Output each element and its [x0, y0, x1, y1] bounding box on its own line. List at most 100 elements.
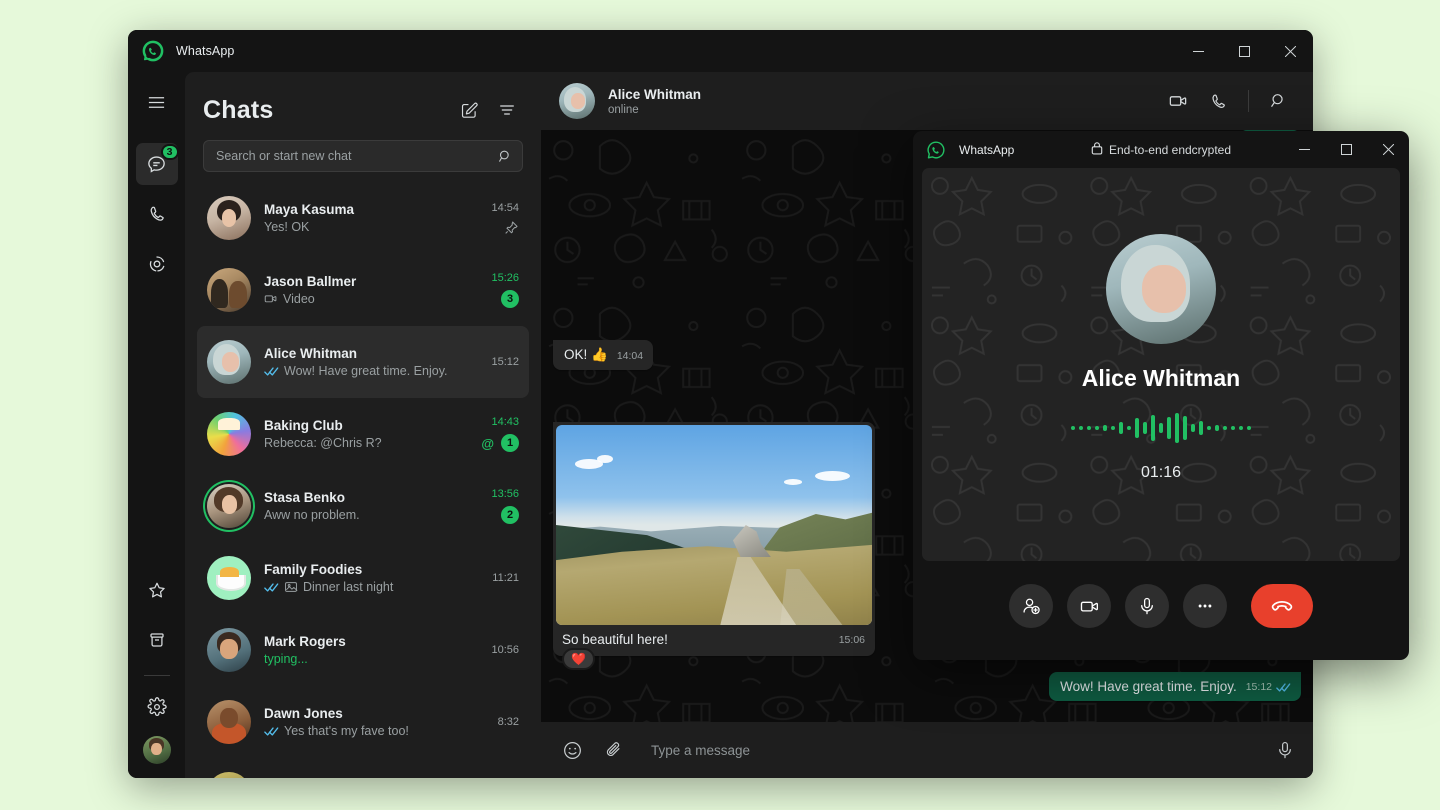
chat-list-item[interactable]: Ziggy Woodley8:12 [197, 758, 529, 778]
chat-list-item[interactable]: Maya KasumaYes! OK 14:54 [197, 182, 529, 254]
voice-call-window: WhatsApp End-to-end endcrypted [913, 131, 1409, 660]
waveform-bar [1215, 425, 1219, 431]
chat-list-item[interactable]: Baking ClubRebecca: @Chris R?14:43@1 [197, 398, 529, 470]
toggle-mute-button[interactable] [1125, 584, 1169, 628]
message-composer: Type a message [541, 722, 1313, 778]
waveform-bar [1119, 422, 1123, 434]
contact-info[interactable]: Alice Whitman online [608, 87, 701, 116]
chat-status-row: @1 [481, 434, 519, 452]
toggle-video-button[interactable] [1067, 584, 1111, 628]
sidebar-item-chats[interactable]: 3 [136, 143, 178, 185]
sidebar-item-status[interactable] [136, 243, 178, 285]
end-call-button[interactable] [1251, 584, 1313, 628]
search-in-chat-button[interactable] [1261, 83, 1297, 119]
chat-list-item[interactable]: Dawn JonesYes that's my fave too!8:32 [197, 686, 529, 758]
more-options-button[interactable] [1183, 584, 1227, 628]
profile-avatar[interactable] [143, 736, 171, 764]
chat-preview-row: typing... [264, 652, 483, 666]
message-reaction[interactable]: ❤️ [562, 648, 595, 670]
video-icon [264, 292, 278, 306]
chat-avatar [207, 628, 251, 672]
chat-summary: Mark Rogerstyping... [264, 634, 483, 666]
chat-preview-row: Rebecca: @Chris R? [264, 436, 473, 450]
search-area: Search or start new chat [185, 134, 541, 182]
call-duration: 01:16 [1141, 464, 1181, 482]
call-controls-bar [913, 561, 1409, 651]
chat-meta: 8:32 [498, 716, 519, 728]
chat-status-row: 2 [501, 506, 519, 524]
message-bubble-incoming-ok[interactable]: OK! 👍 14:04 [553, 340, 653, 370]
conversation-header: Alice Whitman online [541, 72, 1313, 130]
read-receipt-icon [264, 582, 279, 593]
chat-list[interactable]: Maya KasumaYes! OK 14:54 Jason BallmerVide… [185, 182, 541, 778]
mention-icon: @ [481, 436, 494, 451]
sidebar-item-calls[interactable] [136, 193, 178, 235]
video-call-button[interactable] [1160, 83, 1196, 119]
waveform-bar [1079, 426, 1083, 430]
chat-meta: 11:21 [492, 572, 519, 584]
chat-list-item[interactable]: Stasa BenkoAww no problem.13:562 [197, 470, 529, 542]
sidebar-item-settings[interactable] [136, 686, 178, 728]
chat-status-row [504, 220, 519, 235]
chat-summary: Baking ClubRebecca: @Chris R? [264, 418, 473, 450]
call-title-bar: WhatsApp End-to-end endcrypted [913, 131, 1409, 168]
unread-badge: 2 [501, 506, 519, 524]
chat-title: Alice Whitman [264, 346, 483, 361]
message-time: 15:06 [839, 634, 865, 647]
chat-title: Family Foodies [264, 562, 484, 577]
chat-preview-row: Wow! Have great time. Enjoy. [264, 364, 483, 378]
message-input[interactable]: Type a message [651, 743, 1259, 758]
message-bubble-incoming-photo[interactable]: So beautiful here! 15:06 ❤️ [553, 422, 875, 656]
voice-call-button[interactable] [1200, 83, 1236, 119]
voice-message-button[interactable] [1275, 740, 1295, 760]
message-bubble-outgoing-wow[interactable]: Wow! Have great time. Enjoy. 15:12 [1049, 672, 1301, 701]
encryption-label: End-to-end endcrypted [1109, 143, 1231, 157]
waveform-bar [1071, 426, 1075, 430]
chat-meta: 13:562 [491, 488, 519, 524]
chat-summary: Alice Whitman Wow! Have great time. Enjoy… [264, 346, 483, 378]
contact-name: Alice Whitman [608, 87, 701, 102]
message-text: OK! 👍 [564, 347, 608, 363]
chats-unread-badge: 3 [161, 144, 179, 160]
chat-list-item[interactable]: Family FoodiesDinner last night 11:21 [197, 542, 529, 614]
chat-preview-text: Rebecca: @Chris R? [264, 436, 382, 450]
search-input[interactable]: Search or start new chat [203, 140, 523, 172]
unread-badge: 3 [501, 290, 519, 308]
menu-button[interactable] [136, 81, 178, 123]
sidebar-item-archived[interactable] [136, 619, 178, 661]
call-close-button[interactable] [1367, 131, 1409, 168]
chat-avatar [207, 772, 251, 778]
chat-avatar [207, 196, 251, 240]
screen: WhatsApp [0, 0, 1440, 810]
emoji-button[interactable] [559, 737, 585, 763]
contact-avatar[interactable] [559, 83, 595, 119]
chat-list-item[interactable]: Mark Rogerstyping...10:56 [197, 614, 529, 686]
attach-button[interactable] [601, 737, 627, 763]
call-minimize-button[interactable] [1283, 131, 1325, 168]
chat-list-item[interactable]: Alice Whitman Wow! Have great time. Enjoy… [197, 326, 529, 398]
pin-icon [504, 220, 519, 235]
chat-meta: 14:54 [491, 202, 519, 235]
call-maximize-button[interactable] [1325, 131, 1367, 168]
chat-timestamp: 11:21 [492, 572, 519, 584]
waveform-bar [1095, 426, 1099, 430]
chat-avatar [207, 556, 251, 600]
close-button[interactable] [1267, 30, 1313, 72]
filter-chats-button[interactable] [491, 94, 523, 126]
chat-summary: Family FoodiesDinner last night [264, 562, 484, 594]
minimize-button[interactable] [1175, 30, 1221, 72]
maximize-button[interactable] [1221, 30, 1267, 72]
mountain-ridge-landscape-photo[interactable] [556, 425, 872, 625]
waveform-bar [1191, 424, 1195, 432]
chat-title: Dawn Jones [264, 706, 490, 721]
header-divider [1248, 90, 1249, 112]
chat-summary: Maya KasumaYes! OK [264, 202, 483, 234]
waveform-bar [1247, 426, 1251, 430]
chat-meta: 15:12 [491, 356, 519, 368]
chat-list-item[interactable]: Jason BallmerVideo15:263 [197, 254, 529, 326]
sidebar-item-starred[interactable] [136, 569, 178, 611]
chat-preview-row: Yes! OK [264, 220, 483, 234]
new-chat-button[interactable] [453, 94, 485, 126]
add-participant-button[interactable] [1009, 584, 1053, 628]
chat-timestamp: 8:32 [498, 716, 519, 728]
